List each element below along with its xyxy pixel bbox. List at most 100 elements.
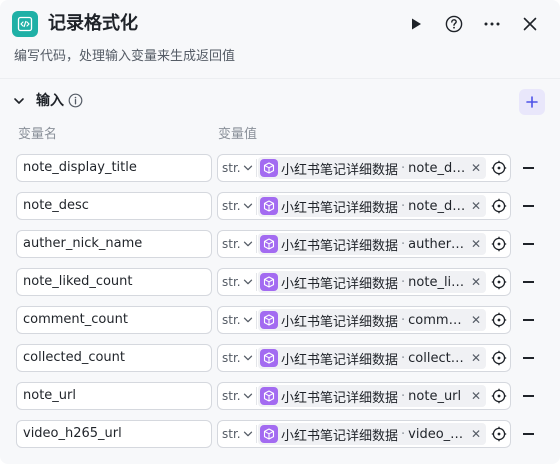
remove-row-button[interactable] (518, 424, 538, 444)
variable-reference-button[interactable] (489, 424, 509, 444)
cube-icon (260, 349, 278, 367)
variable-reference-button[interactable] (489, 158, 509, 178)
reference-tag[interactable]: 小红书笔记详细数据 · note_desc ✕ (258, 195, 486, 217)
variable-reference-button[interactable] (489, 234, 509, 254)
run-button[interactable] (404, 12, 428, 36)
reference-field: comment_count (408, 312, 468, 328)
type-select[interactable]: str. (218, 155, 258, 181)
chevron-down-icon (243, 203, 253, 209)
minus-icon (522, 243, 534, 245)
reference-tag[interactable]: 小红书笔记详细数据 · note_display_title ✕ (258, 157, 486, 179)
variable-name-input[interactable]: auther_nick_name (16, 230, 212, 258)
reference-separator: · (401, 312, 406, 328)
reference-source: 小红书笔记详细数据 (281, 352, 399, 368)
type-select[interactable]: str. (218, 345, 258, 371)
variable-value-field[interactable]: str. 小红书笔记详细数据 · video_h265_url ✕ (217, 420, 511, 448)
reference-field: note_desc (408, 198, 468, 214)
variable-value-field[interactable]: str. 小红书笔记详细数据 · note_desc ✕ (217, 192, 511, 220)
type-select[interactable]: str. (218, 421, 258, 447)
code-node-panel: 记录格式化 编写代码，处理输入变量来生成返回值 输入 变量名 变量值 note_… (0, 0, 560, 464)
variable-reference-button[interactable] (489, 196, 509, 216)
type-label: str. (222, 161, 240, 175)
variable-name-input[interactable]: video_h265_url (16, 420, 212, 448)
reference-tag[interactable]: 小红书笔记详细数据 · note_url ✕ (258, 385, 486, 407)
reference-source: 小红书笔记详细数据 (281, 238, 399, 254)
clear-reference-icon[interactable]: ✕ (468, 351, 484, 365)
reference-separator: · (401, 160, 406, 176)
reference-separator: · (401, 350, 406, 366)
type-select[interactable]: str. (218, 269, 258, 295)
reference-source: 小红书笔记详细数据 (281, 276, 399, 292)
remove-row-button[interactable] (518, 272, 538, 292)
variable-name-input[interactable]: note_liked_count (16, 268, 212, 296)
cube-icon (260, 235, 278, 253)
clear-reference-icon[interactable]: ✕ (468, 427, 484, 441)
input-row: note_url str. 小红书笔记详细数据 · note_url ✕ (0, 382, 560, 410)
variable-reference-button[interactable] (489, 386, 509, 406)
remove-row-button[interactable] (518, 310, 538, 330)
help-button[interactable] (442, 12, 466, 36)
variable-value-field[interactable]: str. 小红书笔记详细数据 · comment_count ✕ (217, 306, 511, 334)
reference-tag[interactable]: 小红书笔记详细数据 · auther_nick_name ✕ (258, 233, 486, 255)
clear-reference-icon[interactable]: ✕ (468, 313, 484, 327)
code-icon (12, 11, 38, 37)
column-header-name: 变量名 (18, 127, 58, 142)
variable-value-field[interactable]: str. 小红书笔记详细数据 · note_url ✕ (217, 382, 511, 410)
target-icon (491, 312, 507, 328)
reference-tag[interactable]: 小红书笔记详细数据 · comment_count ✕ (258, 309, 486, 331)
cube-icon (260, 273, 278, 291)
variable-reference-button[interactable] (489, 310, 509, 330)
reference-source: 小红书笔记详细数据 (281, 390, 399, 406)
remove-row-button[interactable] (518, 386, 538, 406)
reference-tag[interactable]: 小红书笔记详细数据 · collected_count ✕ (258, 347, 486, 369)
type-select[interactable]: str. (218, 307, 258, 333)
variable-value-field[interactable]: str. 小红书笔记详细数据 · collected_count ✕ (217, 344, 511, 372)
variable-name-input[interactable]: note_url (16, 382, 212, 410)
chevron-down-icon[interactable] (12, 94, 26, 108)
info-icon[interactable] (68, 93, 83, 108)
chevron-down-icon (243, 431, 253, 437)
variable-value-field[interactable]: str. 小红书笔记详细数据 · auther_nick_name ✕ (217, 230, 511, 258)
add-input-button[interactable] (519, 89, 545, 115)
remove-row-button[interactable] (518, 348, 538, 368)
reference-tag[interactable]: 小红书笔记详细数据 · note_liked_count ✕ (258, 271, 486, 293)
header-divider (0, 78, 560, 79)
clear-reference-icon[interactable]: ✕ (468, 275, 484, 289)
input-row: auther_nick_name str. 小红书笔记详细数据 · auther (0, 230, 560, 258)
clear-reference-icon[interactable]: ✕ (468, 199, 484, 213)
variable-name-input[interactable]: note_display_title (16, 154, 212, 182)
variable-reference-button[interactable] (489, 348, 509, 368)
node-description[interactable]: 编写代码，处理输入变量来生成返回值 (14, 48, 235, 66)
variable-name-input[interactable]: comment_count (16, 306, 212, 334)
input-row: note_display_title str. 小红书笔记详细数据 · note (0, 154, 560, 182)
minus-icon (522, 357, 534, 359)
clear-reference-icon[interactable]: ✕ (468, 237, 484, 251)
variable-reference-button[interactable] (489, 272, 509, 292)
inputs-section-header[interactable]: 输入 (0, 86, 560, 116)
minus-icon (522, 395, 534, 397)
input-row: comment_count str. 小红书笔记详细数据 · comment_c (0, 306, 560, 334)
target-icon (491, 198, 507, 214)
type-select[interactable]: str. (218, 231, 258, 257)
close-button[interactable] (518, 12, 542, 36)
variable-value-field[interactable]: str. 小红书笔记详细数据 · note_liked_count ✕ (217, 268, 511, 296)
remove-row-button[interactable] (518, 196, 538, 216)
more-button[interactable] (480, 12, 504, 36)
reference-field: collected_count (408, 350, 468, 366)
reference-tag[interactable]: 小红书笔记详细数据 · video_h265_url ✕ (258, 423, 486, 445)
type-select[interactable]: str. (218, 193, 258, 219)
type-select[interactable]: str. (218, 383, 258, 409)
node-title[interactable]: 记录格式化 (48, 11, 138, 37)
variable-name-input[interactable]: note_desc (16, 192, 212, 220)
section-title: 输入 (36, 93, 64, 109)
variable-value-field[interactable]: str. 小红书笔记详细数据 · note_display_title ✕ (217, 154, 511, 182)
remove-row-button[interactable] (518, 158, 538, 178)
clear-reference-icon[interactable]: ✕ (468, 161, 484, 175)
divider (256, 235, 257, 253)
variable-name-input[interactable]: collected_count (16, 344, 212, 372)
divider (256, 197, 257, 215)
remove-row-button[interactable] (518, 234, 538, 254)
clear-reference-icon[interactable]: ✕ (468, 389, 484, 403)
minus-icon (522, 319, 534, 321)
reference-field: auther_nick_name (408, 236, 468, 252)
